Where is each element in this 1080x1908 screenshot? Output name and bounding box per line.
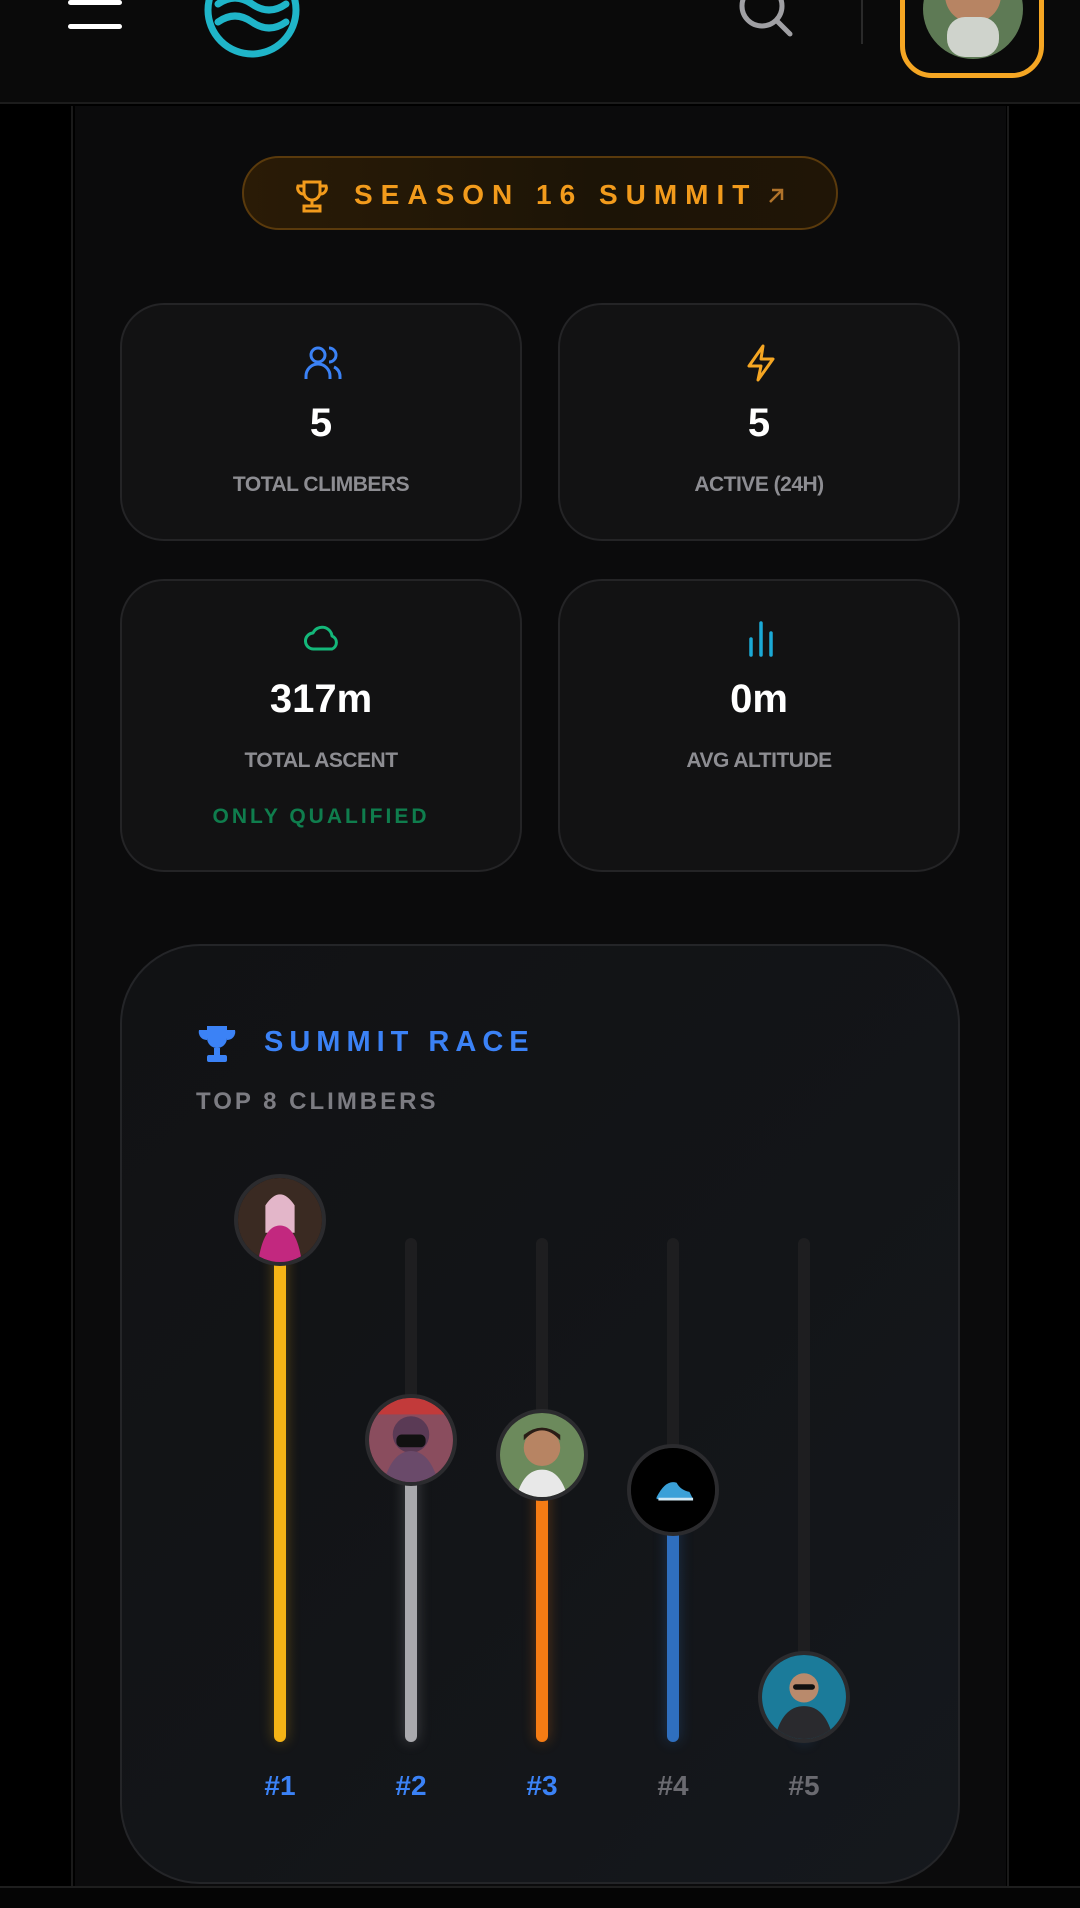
- stat-card-avg-altitude: 0m AVG ALTITUDE: [558, 579, 960, 872]
- right-gutter: [1007, 106, 1080, 1886]
- stat-value: 5: [309, 401, 333, 445]
- rank-label: #5: [788, 1770, 820, 1801]
- stat-note: ONLY QUALIFIED: [212, 805, 430, 828]
- stat-label: ACTIVE (24H): [694, 473, 824, 496]
- climber-avatar[interactable]: [496, 1409, 588, 1501]
- stat-label: TOTAL CLIMBERS: [232, 473, 410, 496]
- hamburger-icon[interactable]: [68, 0, 124, 30]
- bottom-bar: [0, 1886, 1080, 1908]
- progress-fill: [274, 1238, 286, 1742]
- summit-race-card: SUMMIT RACE TOP 8 CLIMBERS #1 #2 #3 #4 #5: [120, 944, 960, 1884]
- bar-chart-icon: [749, 621, 773, 657]
- climber-column[interactable]: #4: [627, 946, 719, 1826]
- users-icon: [304, 346, 342, 379]
- stat-card-total-ascent: 317m TOTAL ASCENT ONLY QUALIFIED: [120, 579, 522, 872]
- climber-avatar[interactable]: [365, 1394, 457, 1486]
- cloud-icon: [304, 625, 338, 651]
- season-label: SEASON 16 SUMMIT: [354, 179, 758, 210]
- left-gutter: [0, 106, 73, 1886]
- climber-avatar[interactable]: [234, 1174, 326, 1266]
- climber-column[interactable]: #2: [365, 946, 457, 1826]
- stat-card-total-climbers: 5 TOTAL CLIMBERS: [120, 303, 522, 541]
- climber-column[interactable]: #5: [758, 946, 850, 1826]
- user-avatar[interactable]: [900, 0, 1044, 78]
- climber-avatar[interactable]: [627, 1444, 719, 1536]
- rank-label: #4: [657, 1770, 689, 1801]
- climber-column[interactable]: #3: [496, 946, 588, 1826]
- stat-value: 0m: [730, 677, 788, 721]
- climber-column[interactable]: #1: [234, 946, 326, 1826]
- stat-label: AVG ALTITUDE: [686, 749, 832, 772]
- season-button[interactable]: SEASON 16 SUMMIT: [242, 156, 838, 230]
- stat-card-active: 5 ACTIVE (24H): [558, 303, 960, 541]
- top-bar: [0, 0, 1080, 104]
- rank-label: #3: [526, 1770, 558, 1801]
- lightning-icon: [747, 344, 775, 382]
- climber-avatar[interactable]: [758, 1651, 850, 1743]
- arrow-up-right-icon: [769, 188, 784, 203]
- stat-value: 5: [747, 401, 771, 445]
- trophy-icon: [198, 1026, 236, 1062]
- wave-logo-icon[interactable]: [200, 0, 304, 60]
- rank-label: #1: [264, 1770, 296, 1801]
- trophy-icon: [296, 180, 328, 213]
- rank-label: #2: [395, 1770, 427, 1801]
- stat-value: 317m: [269, 677, 373, 721]
- search-icon[interactable]: [736, 0, 796, 40]
- header-divider: [861, 0, 863, 44]
- stat-label: TOTAL ASCENT: [244, 749, 398, 772]
